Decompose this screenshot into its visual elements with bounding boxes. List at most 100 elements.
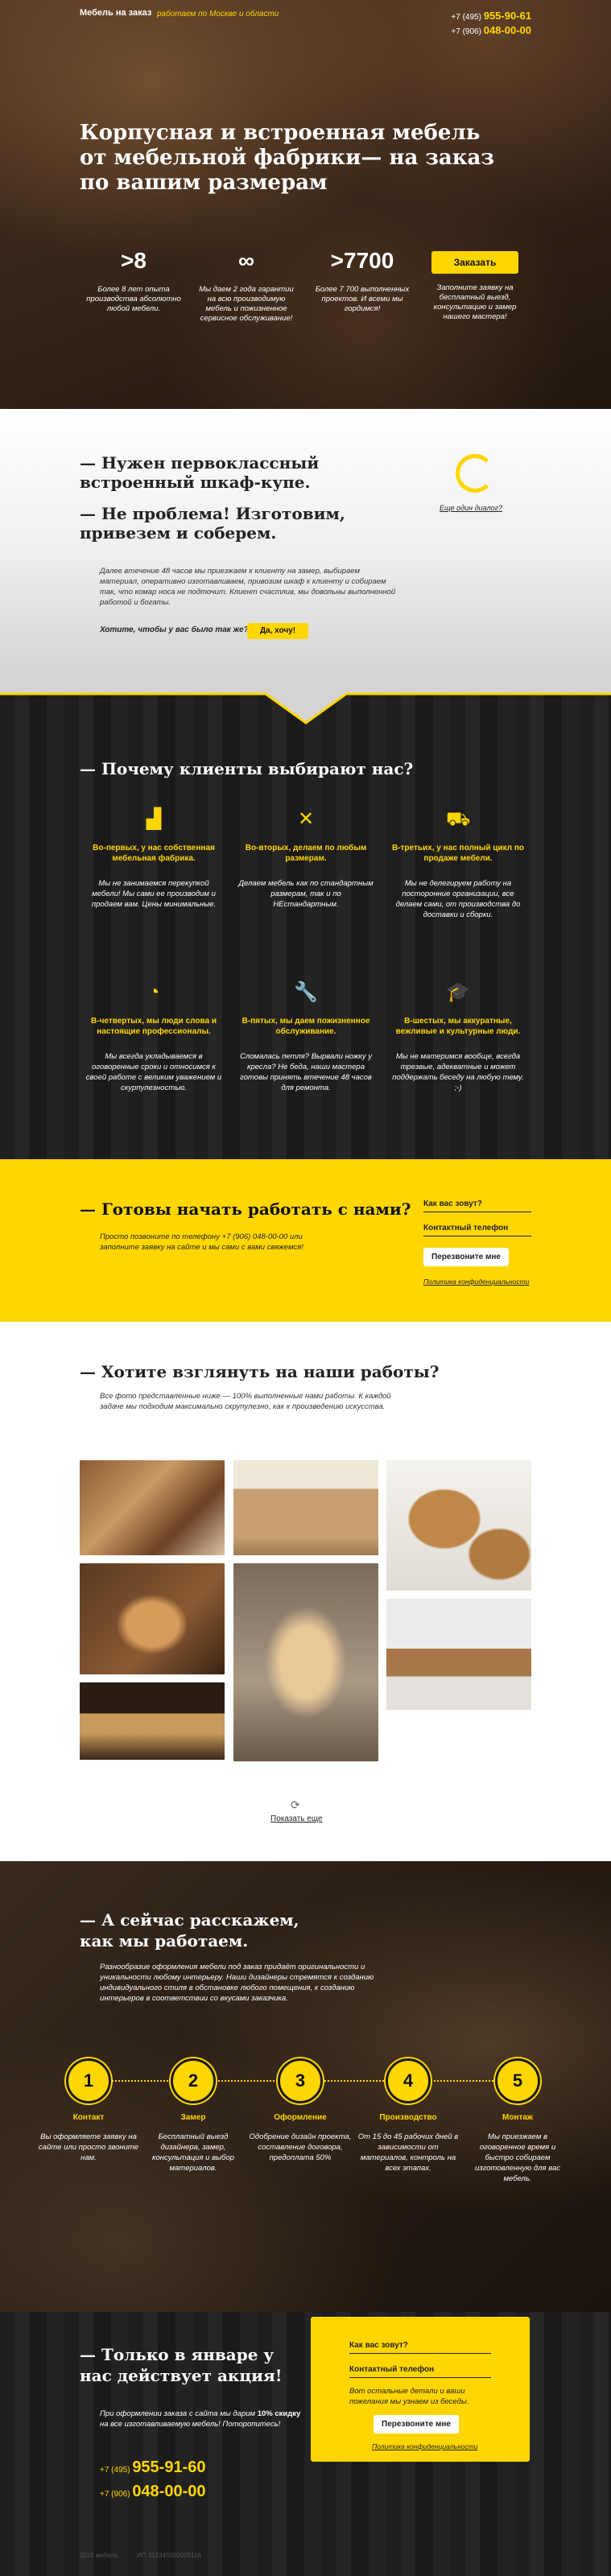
cta-text: Просто позвоните по телефону +7 (906) 04… (100, 1232, 303, 1252)
callback-button[interactable]: Перезвоните мне (423, 1248, 509, 1266)
show-more-link[interactable]: Показать еще (270, 1814, 323, 1823)
step-name: Оформление (274, 2113, 327, 2122)
intro-section: — Нужен первоклассный встроенный шкаф-ку… (0, 409, 611, 675)
process-text: Разнообразие оформления мебели под заказ… (100, 1963, 374, 2003)
why-section: — Почему клиенты выбирают нас? ▟ Во-перв… (0, 675, 611, 1159)
step-text: Одобрение дизайн проекта, составление до… (249, 2132, 352, 2162)
phone-prefix: +7 (906) (451, 27, 481, 36)
hero-title: Корпусная и встроенная мебель от мебельн… (80, 121, 494, 195)
privacy-link[interactable]: Политика конфиденциальности (372, 2442, 477, 2450)
action-phones: +7 (495) 955-91-60 +7 (906) 048-00-00 (100, 2457, 206, 2505)
gallery-photo[interactable] (386, 1460, 531, 1591)
phone-prefix: +7 (495) (451, 13, 481, 22)
gallery-text: Все фото представленные ниже — 100% выпо… (100, 1392, 391, 1411)
feature-item: 🎓 В-шестых, мы аккуратные, вежливые и ку… (390, 980, 526, 1093)
header-tagline: работаем по Москве и области (157, 10, 279, 19)
stat-number: >7700 (330, 248, 394, 273)
gallery-photo[interactable] (233, 1460, 378, 1555)
action-text-1: При оформлении заказа с сайта мы дарим (100, 2409, 256, 2418)
refresh-icon[interactable] (456, 454, 494, 493)
intro-heading-2: — Не проблема! Изготовим, привезем и соб… (80, 504, 345, 543)
truck-icon: ⛟ (446, 808, 471, 830)
gallery-photo[interactable] (233, 1563, 378, 1761)
stat-text: Более 7 700 выполненных проектов. И всем… (315, 285, 410, 313)
callback-button[interactable]: Перезвоните мне (374, 2415, 459, 2434)
action-phone-2[interactable]: 048-00-00 (132, 2483, 205, 2500)
feature-item: ◔ В-четвертых, мы люди слова и настоящие… (85, 980, 222, 1093)
feature-text: Мы не делегируем работу на посторонние о… (395, 879, 521, 919)
hero-stat: >8 Более 8 лет опыта производства абсолю… (85, 248, 182, 314)
feature-title: Во-вторых, делаем по любым размерам. (245, 844, 367, 863)
step-name: Производство (379, 2113, 437, 2122)
step-name: Замер (180, 2113, 206, 2122)
phone-field[interactable]: Контактный телефон (349, 2365, 491, 2378)
step-text: Бесплатный выезд дизайнера, замер, консу… (152, 2132, 234, 2173)
action-section: — Только в январе у нас действует акция!… (0, 2312, 611, 2576)
hero-stat: ∞ Мы даем 2 года гарантии на всю произво… (198, 248, 295, 324)
order-text: Заполните заявку на бесплатный выезд, ко… (433, 283, 517, 321)
process-step: 3 Оформление Одобрение дизайн проекта, с… (248, 2058, 353, 2163)
action-form: Как вас зовут? Контактный телефон Вот ос… (311, 2317, 530, 2462)
form-text: Вот остальные детали и ваши пожелания мы… (349, 2387, 469, 2406)
gallery-photo[interactable] (80, 1682, 225, 1760)
cta-section: — Готовы начать работать с нами? Просто … (0, 1159, 611, 1322)
stat-number: ∞ (238, 248, 254, 273)
step-name: Монтаж (502, 2113, 534, 2122)
feature-text: Мы не материмся вообще, всегда трезвые, … (392, 1052, 524, 1092)
process-step: 2 Замер Бесплатный выезд дизайнера, заме… (141, 2058, 246, 2174)
brand-logo[interactable]: Мебель на заказ (80, 8, 151, 18)
footer-legal: ИП 312345050009116 (137, 2552, 201, 2559)
another-dialog-link[interactable]: Еще один диалог? (440, 504, 502, 512)
refresh-icon: ⟳ (291, 1798, 300, 1811)
header-phones: +7 (495) 955-90-61 +7 (906) 048-00-00 (451, 10, 531, 39)
feature-text: Мы всегда укладываемся в оговоренные сро… (85, 1052, 222, 1092)
step-number: 1 (66, 2058, 111, 2103)
cta-title: — Готовы начать работать с нами? (80, 1199, 411, 1219)
feature-text: Делаем мебель как по стандартным размера… (238, 879, 374, 909)
hero-section: Мебель на заказ работаем по Москве и обл… (0, 0, 611, 409)
process-step: 4 Производство От 15 до 45 рабочих дней … (356, 2058, 460, 2174)
tools-icon: ✕ (297, 808, 315, 830)
action-phone-1[interactable]: 955-91-60 (132, 2458, 205, 2476)
header-phone-1[interactable]: 955-90-61 (484, 10, 531, 22)
gallery-photo[interactable] (80, 1460, 225, 1555)
name-field[interactable]: Как вас зовут? (349, 2341, 491, 2354)
step-text: Мы приезжаем в оговоренное время и быстр… (474, 2132, 561, 2183)
step-number: 3 (278, 2058, 323, 2103)
feature-title: В-шестых, мы аккуратные, вежливые и куль… (395, 1017, 521, 1036)
phone-field[interactable]: Контактный телефон (423, 1224, 531, 1236)
feature-item: ✕ Во-вторых, делаем по любым размерам. Д… (237, 807, 374, 910)
feature-title: В-пятых, мы даем пожизненное обслуживани… (242, 1017, 370, 1036)
footer-copyright: 2016 мебель (80, 2552, 118, 2559)
clock-icon: ◔ (147, 981, 160, 1003)
order-button[interactable]: Заказать (431, 251, 518, 274)
intro-question: Хотите, чтобы у вас было так же? (100, 625, 249, 634)
why-title: — Почему клиенты выбирают нас? (80, 759, 414, 778)
feature-title: Во-первых, у нас собственная мебельная ф… (93, 844, 215, 863)
action-text-2: на все изготавливаемую мебель! Поторопит… (100, 2420, 281, 2429)
feature-item: ▟ Во-первых, у нас собственная мебельная… (85, 807, 222, 910)
action-title: — Только в январе у нас действует акция! (80, 2345, 283, 2385)
hero-stat: >7700 Более 7 700 выполненных проектов. … (314, 248, 411, 314)
feature-title: В-четвертых, мы люди слова и настоящие п… (91, 1017, 217, 1036)
step-number: 2 (171, 2058, 216, 2103)
gallery-photo[interactable] (386, 1599, 531, 1710)
name-field[interactable]: Как вас зовут? (423, 1199, 531, 1212)
factory-icon: ▟ (146, 808, 162, 830)
step-name: Контакт (72, 2113, 105, 2122)
gallery-photo[interactable] (80, 1563, 225, 1674)
header-phone-2[interactable]: 048-00-00 (484, 24, 531, 36)
feature-text: Мы не занимаемся перекупкой мебели! Мы с… (91, 879, 217, 909)
intro-heading-1: — Нужен первоклассный встроенный шкаф-ку… (80, 453, 320, 492)
gallery-title: — Хотите взглянуть на наши работы? (80, 1362, 440, 1381)
yes-button[interactable]: Да, хочу! (247, 623, 308, 639)
feature-item: ⛟ В-третьих, у нас полный цикл по продаж… (390, 807, 526, 920)
feature-title: В-третьих, у нас полный цикл по продаже … (391, 844, 525, 863)
wrench-icon: 🔧 (294, 981, 318, 1003)
privacy-link[interactable]: Политика конфиденциальности (423, 1278, 529, 1286)
step-text: Вы оформляете заявку на сайте или просто… (38, 2132, 139, 2162)
intro-text: Далее втечение 48 часов мы приезжаем к к… (100, 567, 396, 607)
step-text: От 15 до 45 рабочих дней в зависимости о… (357, 2132, 459, 2173)
graduate-icon: 🎓 (446, 981, 470, 1003)
action-text: При оформлении заказа с сайта мы дарим 1… (100, 2409, 301, 2429)
